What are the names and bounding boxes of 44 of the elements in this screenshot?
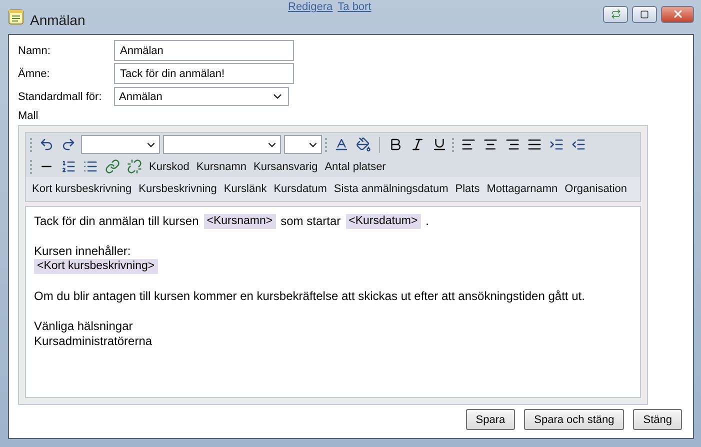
arrows-icon — [610, 9, 620, 19]
body-text: som startar — [280, 214, 341, 229]
insert-field-button[interactable]: Organisation — [562, 183, 630, 195]
close-button[interactable] — [661, 6, 694, 22]
field-label: Standardmall för: — [18, 90, 103, 102]
placeholder-tag: <Kursdatum> — [346, 214, 421, 229]
body-text: Kursadministratörerna — [34, 334, 152, 349]
placeholder-tag: <Kursnamn> — [204, 214, 276, 229]
placeholder-tag: <Kort kursbeskrivning> — [34, 259, 158, 274]
footer-button[interactable]: Spara — [466, 409, 516, 430]
paint-bucket-icon[interactable] — [354, 136, 373, 154]
input-field[interactable]: Anmälan — [114, 40, 294, 61]
footer-button[interactable]: Spara och stäng — [524, 409, 624, 430]
field-label: Mall — [18, 110, 40, 122]
link-icon[interactable] — [103, 158, 122, 176]
unlink-icon[interactable] — [125, 158, 144, 176]
square-icon — [640, 10, 649, 18]
insert-field-button[interactable]: Antal platser — [322, 160, 388, 172]
insert-field-button[interactable]: Mottagarnamn — [484, 183, 560, 195]
insert-field-button[interactable]: Kurskod — [147, 160, 192, 172]
insert-field-button[interactable]: Sista anmälningsdatum — [332, 183, 450, 195]
body-text: Vänliga hälsningar — [34, 319, 133, 334]
restore-button[interactable] — [603, 6, 628, 22]
insert-field-button[interactable]: Kursdatum — [272, 183, 329, 195]
window-title: Anmälan — [30, 12, 86, 28]
body-text: . — [426, 214, 430, 229]
maximize-button[interactable] — [632, 6, 657, 22]
insert-field-button[interactable]: Kursansvarig — [252, 160, 320, 172]
select-field[interactable]: Anmälan — [114, 87, 289, 106]
field-label: Ämne: — [18, 68, 51, 80]
note-icon — [8, 9, 24, 25]
field-label: Namn: — [18, 44, 52, 56]
close-icon — [672, 8, 684, 20]
body-text: Tack för din anmälan till kursen — [34, 214, 199, 229]
editor-content[interactable] — [25, 206, 641, 398]
input-field[interactable]: Tack för din anmälan! — [114, 63, 294, 84]
insert-field-button[interactable]: Kursbeskrivning — [136, 183, 219, 195]
body-text: Kursen innehåller: — [34, 244, 131, 259]
insert-field-button[interactable]: Plats — [453, 183, 482, 195]
insert-field-button[interactable]: Kursnamn — [194, 160, 248, 172]
insert-field-button[interactable]: Kort kursbeskrivning — [30, 183, 134, 195]
footer-button[interactable]: Stäng — [633, 409, 682, 430]
body-text: Om du blir antagen till kursen kommer en kursbekräftelse att skickas ut efter att ansökningstiden gått ut. — [34, 289, 585, 304]
insert-field-button[interactable]: Kurslänk — [222, 183, 269, 195]
